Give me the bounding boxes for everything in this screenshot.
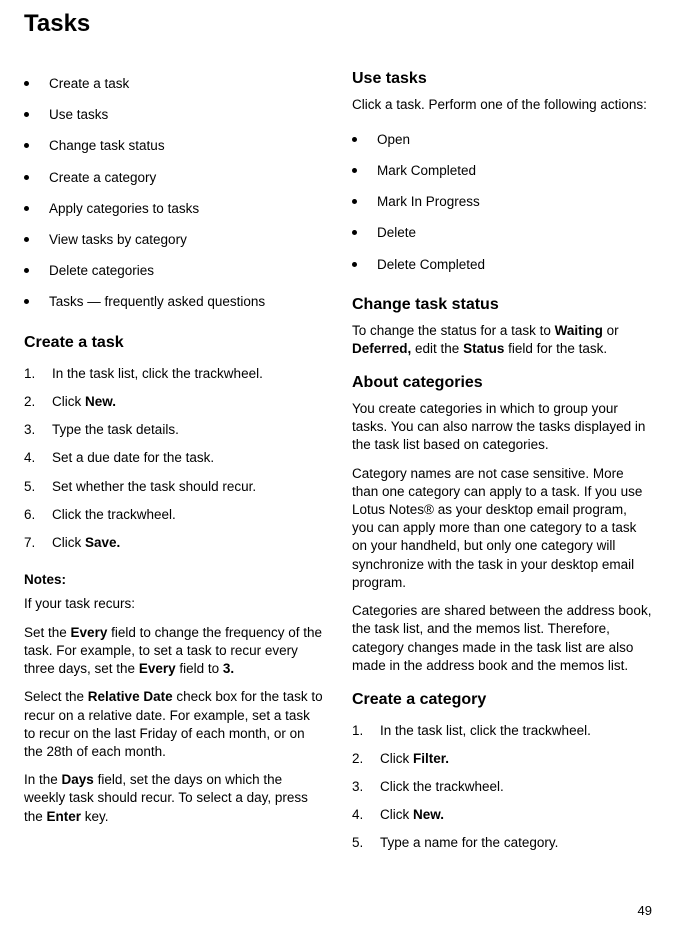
step: 7.Click Save. <box>24 529 324 557</box>
notes-heading: Notes: <box>24 571 324 589</box>
bullet-icon <box>352 262 357 267</box>
step: 6.Click the trackwheel. <box>24 501 324 529</box>
toc-item[interactable]: Use tasks <box>24 100 324 131</box>
change-status-heading: Change task status <box>352 294 652 316</box>
toc-item[interactable]: Create a task <box>24 68 324 99</box>
step: 2.Click New. <box>24 388 324 416</box>
action-label: Mark Completed <box>377 162 476 180</box>
action-item: Mark In Progress <box>352 187 652 218</box>
step-text: In the task list, click the trackwheel. <box>380 722 591 740</box>
step-text: Click Save. <box>52 534 120 552</box>
step-number: 7. <box>24 534 52 552</box>
page-number: 49 <box>638 902 652 920</box>
create-task-heading: Create a task <box>24 332 324 354</box>
action-label: Delete <box>377 224 416 242</box>
about-categories-p2: Category names are not case sensitive. M… <box>352 465 652 593</box>
step-text: In the task list, click the trackwheel. <box>52 365 263 383</box>
action-item: Open <box>352 124 652 155</box>
about-categories-heading: About categories <box>352 372 652 394</box>
two-column-layout: Create a task Use tasks Change task stat… <box>24 68 652 857</box>
step-text: Type the task details. <box>52 421 179 439</box>
note-paragraph: Select the Relative Date check box for t… <box>24 688 324 761</box>
bullet-icon <box>24 112 29 117</box>
toc-label: Apply categories to tasks <box>49 200 199 218</box>
toc-label: Change task status <box>49 137 165 155</box>
step: 3.Click the trackwheel. <box>352 773 652 801</box>
about-categories-p1: You create categories in which to group … <box>352 400 652 455</box>
note-paragraph: Set the Every field to change the freque… <box>24 624 324 679</box>
change-status-text: To change the status for a task to Waiti… <box>352 322 652 358</box>
about-categories-p3: Categories are shared between the addres… <box>352 602 652 675</box>
toc-label: View tasks by category <box>49 231 187 249</box>
step: 4.Set a due date for the task. <box>24 444 324 472</box>
toc-label: Delete categories <box>49 262 154 280</box>
bullet-icon <box>352 230 357 235</box>
step: 5.Set whether the task should recur. <box>24 473 324 501</box>
toc-item[interactable]: Delete categories <box>24 256 324 287</box>
notes-intro: If your task recurs: <box>24 595 324 613</box>
action-list: Open Mark Completed Mark In Progress Del… <box>352 124 652 280</box>
step-number: 1. <box>24 365 52 383</box>
step-text: Click the trackwheel. <box>52 506 176 524</box>
create-task-steps: 1.In the task list, click the trackwheel… <box>24 360 324 558</box>
toc-label: Tasks — frequently asked questions <box>49 293 265 311</box>
step-number: 6. <box>24 506 52 524</box>
action-label: Open <box>377 131 410 149</box>
step: 2.Click Filter. <box>352 745 652 773</box>
step: 5.Type a name for the category. <box>352 829 652 857</box>
step-text: Click Filter. <box>380 750 449 768</box>
step-text: Set a due date for the task. <box>52 449 214 467</box>
step: 1.In the task list, click the trackwheel… <box>352 717 652 745</box>
toc-label: Create a category <box>49 169 156 187</box>
right-column: Use tasks Click a task. Perform one of t… <box>352 68 652 857</box>
step-text: Click New. <box>380 806 444 824</box>
page-title: Tasks <box>24 8 652 40</box>
bullet-icon <box>24 268 29 273</box>
step-text: Set whether the task should recur. <box>52 478 256 496</box>
step-number: 3. <box>24 421 52 439</box>
bullet-icon <box>352 168 357 173</box>
toc-item[interactable]: Create a category <box>24 162 324 193</box>
create-category-heading: Create a category <box>352 689 652 711</box>
table-of-contents: Create a task Use tasks Change task stat… <box>24 68 324 318</box>
bullet-icon <box>24 206 29 211</box>
step: 4.Click New. <box>352 801 652 829</box>
action-item: Delete Completed <box>352 249 652 280</box>
action-item: Mark Completed <box>352 155 652 186</box>
toc-label: Use tasks <box>49 106 108 124</box>
bullet-icon <box>24 143 29 148</box>
bullet-icon <box>24 175 29 180</box>
step-number: 4. <box>24 449 52 467</box>
bullet-icon <box>24 299 29 304</box>
bullet-icon <box>352 199 357 204</box>
toc-label: Create a task <box>49 75 129 93</box>
toc-item[interactable]: Apply categories to tasks <box>24 193 324 224</box>
step-text: Click the trackwheel. <box>380 778 504 796</box>
note-paragraph: In the Days field, set the days on which… <box>24 771 324 826</box>
use-tasks-intro: Click a task. Perform one of the followi… <box>352 96 652 114</box>
left-column: Create a task Use tasks Change task stat… <box>24 68 324 857</box>
bullet-icon <box>24 237 29 242</box>
action-label: Delete Completed <box>377 256 485 274</box>
bullet-icon <box>352 137 357 142</box>
step-number: 3. <box>352 778 380 796</box>
toc-item[interactable]: Change task status <box>24 131 324 162</box>
action-label: Mark In Progress <box>377 193 480 211</box>
bullet-icon <box>24 81 29 86</box>
step-text: Click New. <box>52 393 116 411</box>
use-tasks-heading: Use tasks <box>352 68 652 90</box>
toc-item[interactable]: Tasks — frequently asked questions <box>24 287 324 318</box>
toc-item[interactable]: View tasks by category <box>24 224 324 255</box>
step-number: 2. <box>352 750 380 768</box>
step: 3.Type the task details. <box>24 416 324 444</box>
create-category-steps: 1.In the task list, click the trackwheel… <box>352 717 652 858</box>
step-number: 5. <box>24 478 52 496</box>
step-number: 4. <box>352 806 380 824</box>
step-number: 5. <box>352 834 380 852</box>
step-number: 2. <box>24 393 52 411</box>
step-number: 1. <box>352 722 380 740</box>
step: 1.In the task list, click the trackwheel… <box>24 360 324 388</box>
step-text: Type a name for the category. <box>380 834 558 852</box>
action-item: Delete <box>352 218 652 249</box>
